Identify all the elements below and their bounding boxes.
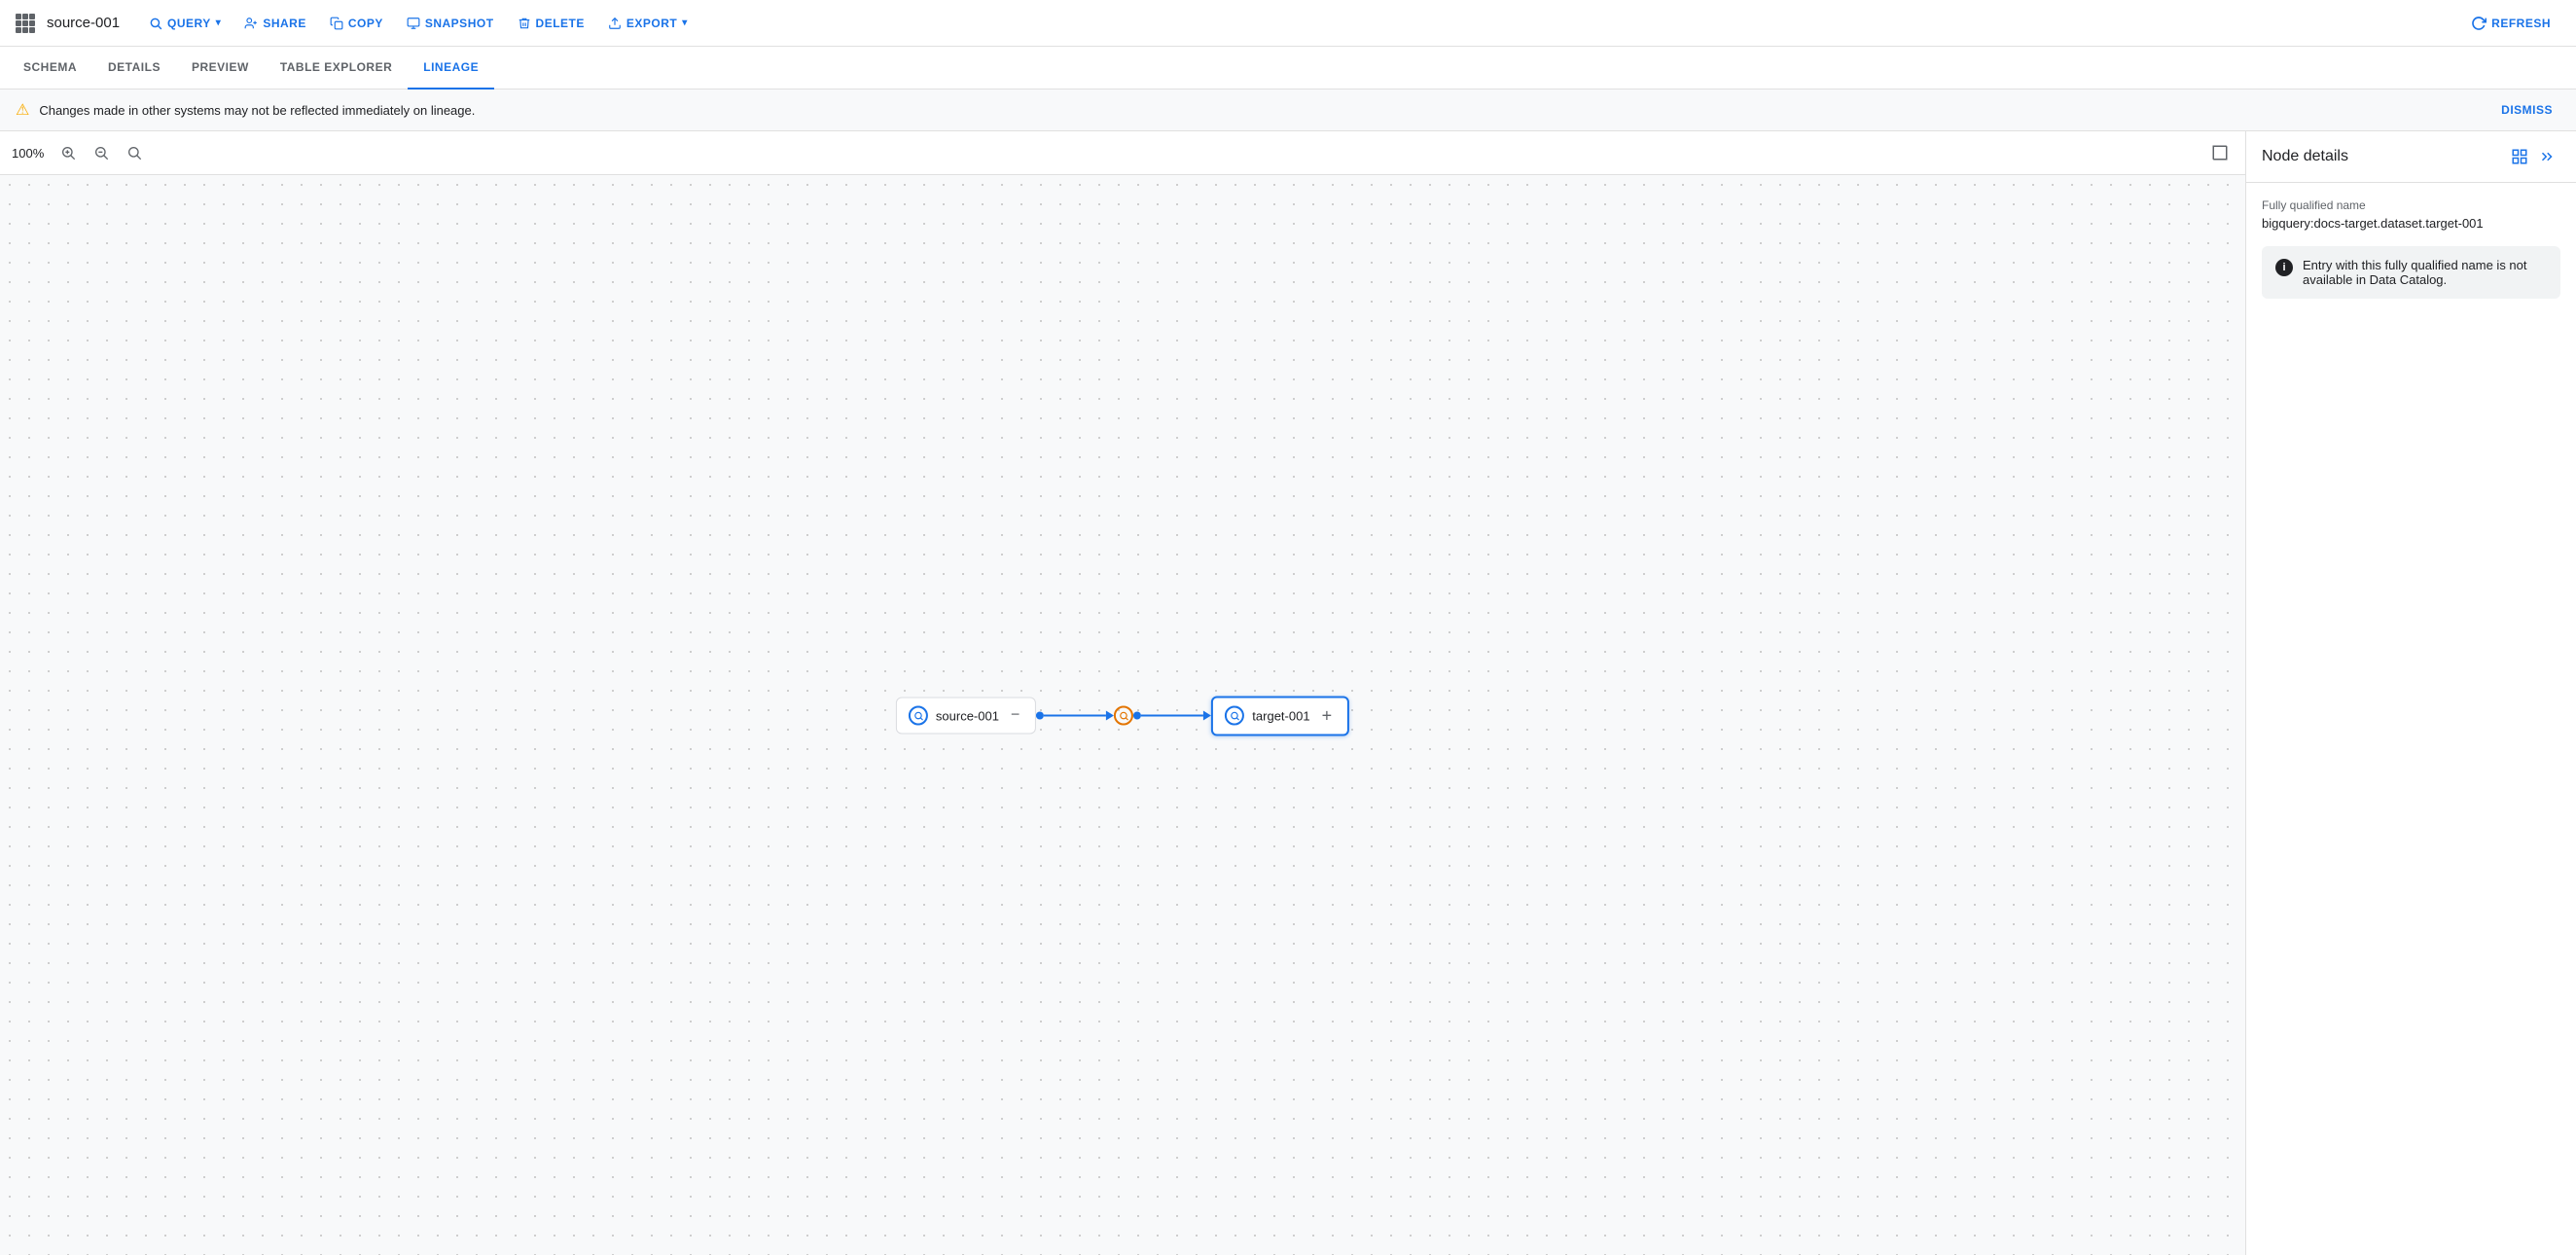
fully-qualified-name-field: Fully qualified name bigquery:docs-targe… — [2262, 198, 2560, 231]
source-node-label: source-001 — [936, 708, 999, 723]
fully-qualified-name-label: Fully qualified name — [2262, 198, 2560, 212]
panel-body: Fully qualified name bigquery:docs-targe… — [2246, 183, 2576, 1255]
transform-node-icon — [1114, 706, 1133, 726]
copy-icon — [330, 17, 343, 30]
export-button[interactable]: EXPORT ▾ — [598, 11, 698, 36]
panel-collapse-button[interactable] — [2533, 143, 2560, 170]
expand-canvas-button[interactable] — [2206, 139, 2234, 166]
export-icon — [608, 17, 622, 30]
connector-line-1 — [1044, 715, 1106, 717]
canvas-area: 100% — [0, 131, 2245, 1255]
refresh-icon — [2471, 16, 2487, 31]
target-node-icon — [1225, 706, 1244, 726]
panel-view-button[interactable] — [2506, 143, 2533, 170]
right-panel: Node details Fully qualified name bigque… — [2245, 131, 2576, 1255]
chevron-down-icon: ▾ — [216, 18, 222, 28]
source-node-collapse[interactable]: − — [1011, 707, 1020, 725]
delete-button[interactable]: DELETE — [508, 11, 594, 36]
tabs-bar: SCHEMA DETAILS PREVIEW TABLE EXPLORER LI… — [0, 47, 2576, 90]
tab-table-explorer[interactable]: TABLE EXPLORER — [265, 47, 408, 90]
top-bar: source-001 QUERY ▾ SHARE COPY SNAPSHOT — [0, 0, 2576, 47]
delete-icon — [518, 17, 531, 30]
expand-icon — [2211, 144, 2229, 161]
warning-banner: ⚠ Changes made in other systems may not … — [0, 90, 2576, 131]
tab-preview[interactable]: PREVIEW — [176, 47, 265, 90]
zoom-reset-button[interactable] — [121, 139, 148, 166]
target-node-expand[interactable]: + — [1322, 705, 1333, 726]
fully-qualified-name-value: bigquery:docs-target.dataset.target-001 — [2262, 216, 2560, 231]
copy-button[interactable]: COPY — [320, 11, 393, 36]
info-icon: i — [2275, 259, 2293, 276]
snapshot-button[interactable]: SNAPSHOT — [397, 11, 504, 36]
share-button[interactable]: SHARE — [234, 11, 316, 36]
panel-collapse-icon — [2538, 148, 2556, 165]
target-node-label: target-001 — [1252, 708, 1309, 723]
panel-header: Node details — [2246, 131, 2576, 183]
refresh-button[interactable]: REFRESH — [2461, 10, 2560, 37]
warning-icon: ⚠ — [16, 100, 29, 120]
info-message: Entry with this fully qualified name is … — [2303, 258, 2547, 287]
zoom-reset-icon — [126, 145, 142, 161]
tab-lineage[interactable]: LINEAGE — [408, 47, 494, 90]
warning-text: Changes made in other systems may not be… — [39, 103, 2493, 118]
tab-details[interactable]: DETAILS — [92, 47, 176, 90]
search-icon — [149, 17, 162, 30]
connector-2 — [1133, 711, 1211, 721]
lineage-container: source-001 − — [896, 696, 1349, 735]
zoom-out-button[interactable] — [88, 139, 115, 166]
canvas-toolbar: 100% — [0, 131, 2245, 175]
dismiss-button[interactable]: DISMISS — [2493, 99, 2560, 121]
arrow-1 — [1106, 711, 1114, 721]
arrow-2 — [1203, 711, 1211, 721]
panel-title: Node details — [2262, 148, 2506, 165]
zoom-level: 100% — [12, 146, 49, 161]
zoom-in-button[interactable] — [54, 139, 82, 166]
transform-node[interactable] — [1114, 706, 1133, 726]
panel-view-icon — [2511, 148, 2528, 165]
connector-dot-2 — [1133, 712, 1141, 720]
source-node-icon — [909, 706, 928, 726]
source-node[interactable]: source-001 − — [896, 698, 1036, 735]
query-button[interactable]: QUERY ▾ — [139, 11, 231, 36]
chevron-down-icon: ▾ — [682, 18, 688, 28]
tab-schema[interactable]: SCHEMA — [8, 47, 92, 90]
zoom-out-icon — [93, 145, 109, 161]
app-grid-icon — [16, 14, 35, 33]
target-node[interactable]: target-001 + — [1211, 696, 1349, 735]
zoom-in-icon — [60, 145, 76, 161]
snapshot-icon — [407, 17, 420, 30]
connector-line-2 — [1141, 715, 1203, 717]
canvas-diagram[interactable]: source-001 − — [0, 175, 2245, 1255]
info-box: i Entry with this fully qualified name i… — [2262, 246, 2560, 299]
connector-dot-1 — [1036, 712, 1044, 720]
main-area: 100% — [0, 131, 2576, 1255]
connector-1 — [1036, 711, 1114, 721]
share-icon — [244, 17, 258, 30]
page-title: source-001 — [47, 15, 120, 31]
